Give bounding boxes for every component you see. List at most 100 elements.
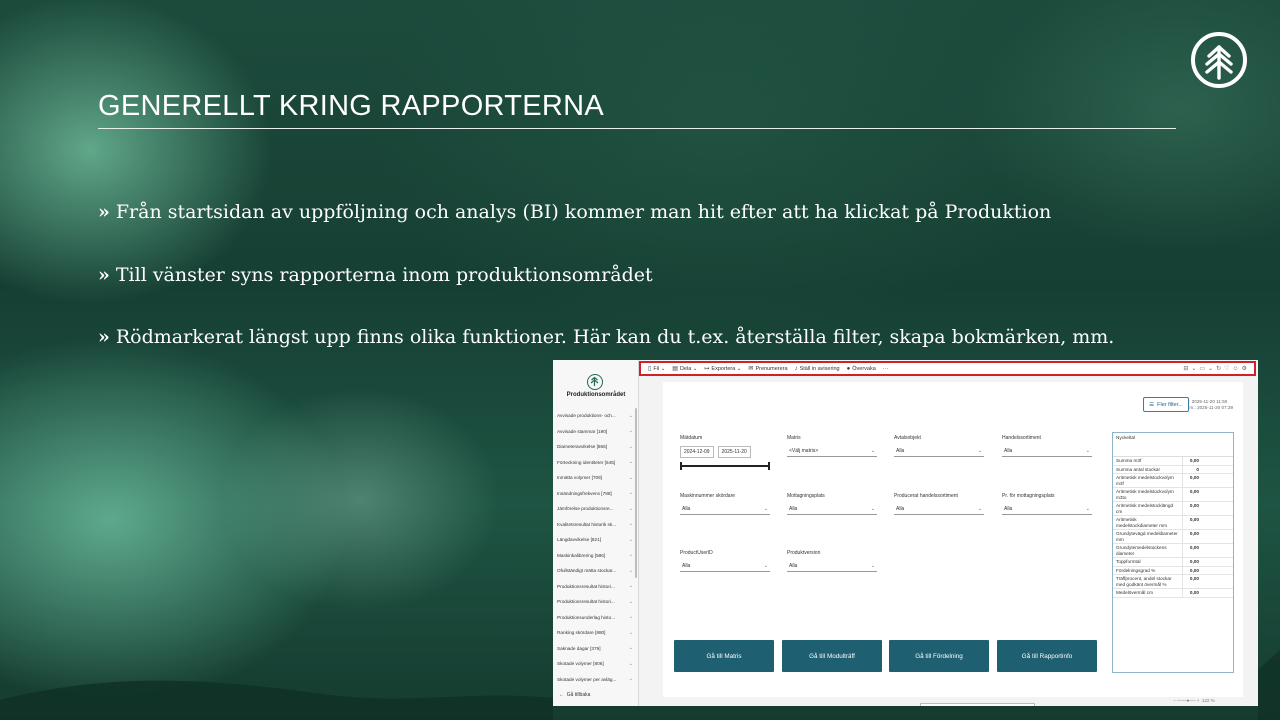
harvester-dropdown[interactable]: Alla ⌄ [680, 504, 770, 515]
harvester-slicer[interactable]: Maskinnummer skördare Alla ⌄ [680, 493, 770, 515]
back-button[interactable]: ← Gå tillbaka [559, 692, 590, 698]
sidebar-item[interactable]: Jämförelse produktionsre... ⌄ [557, 501, 633, 517]
subscribe-button[interactable]: ✉ Prenumerera [748, 365, 787, 373]
sidebar-item[interactable]: Inmätta volymer [709] ⌄ [557, 470, 633, 486]
sidebar-item[interactable]: Förteckning identiteter [645] ⌄ [557, 455, 633, 471]
table-row: Träffprocent, andel stockar med godkänt … [1113, 575, 1233, 589]
pr-reception-dropdown[interactable]: Alla ⌄ [1002, 504, 1092, 515]
view-controls-icons[interactable]: ⊟⌄▭⌄↻♡☺⚙ [1183, 365, 1250, 372]
sidebar-item[interactable]: Maskinkalibrering [586] ⌄ [557, 548, 633, 564]
sidebar-item-label: Insändningsfrekvens [788] [557, 490, 612, 496]
zoom-control[interactable]: − ───●── + 122 % [1173, 698, 1215, 703]
chevron-down-icon: ⌄ [1085, 448, 1090, 454]
file-menu[interactable]: ▯ Fil ⌄ [648, 365, 665, 373]
user-dropdown[interactable]: Alla ⌄ [680, 561, 770, 572]
kpi-value: 0 [1196, 466, 1199, 472]
user-slicer[interactable]: ProductUserID Alla ⌄ [680, 550, 770, 572]
kpi-value: 0,00 [1189, 475, 1199, 480]
sidebar-item[interactable]: Avvisade produktions- och... ⌄ [557, 408, 633, 424]
bullet-marker-icon: » [98, 201, 110, 223]
kpi-value: 0,00 [1189, 489, 1199, 494]
sidebar-title: Produktionsområdet [566, 392, 626, 398]
date-range-slider[interactable] [680, 462, 770, 470]
kpi-label: Summa m3f [1113, 457, 1183, 465]
sidebar-item-label: Jämförelse produktionsre... [557, 506, 614, 512]
chevron-down-icon: ⌄ [628, 629, 633, 636]
date-from-input[interactable]: 2024-12-09 [680, 446, 714, 458]
bullet-1: » Från startsidan av uppföljning och anal… [98, 201, 1051, 223]
file-icon: ▯ [648, 366, 652, 372]
sidebar-item[interactable]: Avvisade stammar [190] ⌄ [557, 424, 633, 440]
assortment-slicer[interactable]: Handelssortiment Alla ⌄ [1002, 435, 1092, 457]
produced-dropdown[interactable]: Alla ⌄ [894, 504, 984, 515]
table-row: Aritmetisk medelstocklängd cm 0,00 [1113, 502, 1233, 516]
chevron-down-icon: ⌄ [628, 645, 633, 652]
sidebar-item[interactable]: Längdavvikelse [821] ⌄ [557, 532, 633, 548]
goto-module-button[interactable]: Gå till Modulträff [782, 640, 882, 672]
horizontal-scrollbar[interactable] [920, 703, 1035, 706]
sidebar-item[interactable]: Skotade volymer [806] ⌄ [557, 656, 633, 672]
bullet-2: » Till vänster syns rapporterna inom prod… [98, 264, 653, 286]
slicer-label: Maskinnummer skördare [680, 493, 736, 499]
slicer-label: Produktversion [787, 550, 821, 556]
alert-button[interactable]: ♪ Ställ in avisering [795, 366, 840, 372]
monitor-button[interactable]: ● Övervaka [847, 366, 876, 372]
version-slicer[interactable]: Produktversion Alla ⌄ [787, 550, 877, 572]
kpi-label: Grundytevägd medeldiameter mm [1113, 530, 1183, 543]
goto-reportinfo-button[interactable]: Gå till Rapportinfo [997, 640, 1097, 672]
date-to-input[interactable]: 2025-11-20 [717, 446, 751, 458]
kpi-value: 0,00 [1189, 559, 1199, 564]
goto-distribution-button[interactable]: Gå till Fördelning [889, 640, 989, 672]
assortment-dropdown[interactable]: Alla ⌄ [1002, 446, 1092, 457]
kpi-label: Medelövermål cm [1113, 589, 1183, 597]
dropdown-value: Alla [896, 506, 905, 512]
dropdown-value: <Välj matris> [789, 448, 819, 454]
sidebar-item[interactable]: Produktionsresultat histori... ⌄ [557, 579, 633, 595]
sidebar-item[interactable]: Diameteravvikelse [865] ⌄ [557, 439, 633, 455]
dropdown-value: Alla [896, 448, 905, 454]
slicer-label: Pr. för mottagningsplats [1002, 493, 1055, 499]
mail-icon: ✉ [748, 366, 754, 372]
slicer-label: Matris [787, 435, 801, 441]
object-slicer[interactable]: Avtalsobjekt Alla ⌄ [894, 435, 984, 457]
sidebar-item-label: Förteckning identiteter [645] [557, 459, 616, 465]
chevron-down-icon: ⌄ [628, 583, 633, 590]
goto-matrix-button[interactable]: Gå till Matris [674, 640, 774, 672]
table-row: Fördelningsgrad % 0,00 [1113, 566, 1233, 575]
sidebar-item[interactable]: Skotade volymer per avläg... ⌄ [557, 672, 633, 688]
more-filters-button[interactable]: ☰ Fler filter... [1143, 397, 1189, 412]
matrix-slicer[interactable]: Matris <Välj matris> ⌄ [787, 435, 877, 457]
produced-slicer[interactable]: Producerat handelssortiment Alla ⌄ [894, 493, 984, 515]
sidebar-item[interactable]: Ranking skördare [880] ⌄ [557, 625, 633, 641]
more-options-button[interactable]: ··· [883, 366, 889, 372]
kpi-label: Aritmetisk medelstocklängd cm [1113, 502, 1183, 515]
sidebar-item[interactable]: Ofullständigt mätta stockar... ⌄ [557, 563, 633, 579]
table-row: Summa m3f 0,00 [1113, 457, 1233, 466]
sidebar-item[interactable]: Saknade dagar [379] ⌄ [557, 641, 633, 657]
export-label: Exportera [711, 365, 736, 372]
kpi-value: 0,00 [1189, 517, 1199, 522]
dropdown-value: Alla [789, 563, 798, 569]
pr-reception-slicer[interactable]: Pr. för mottagningsplats Alla ⌄ [1002, 493, 1092, 515]
matrix-dropdown[interactable]: <Välj matris> ⌄ [787, 446, 877, 457]
sidebar-item[interactable]: Insändningsfrekvens [788] ⌄ [557, 486, 633, 502]
more-filters-label: Fler filter... [1157, 401, 1183, 408]
kpi-label: Aritmetisk medelstockvolym m3to [1113, 488, 1183, 501]
reception-dropdown[interactable]: Alla ⌄ [787, 504, 877, 515]
title-divider [98, 128, 1176, 129]
reception-slicer[interactable]: Mottagningsplats Alla ⌄ [787, 493, 877, 515]
sidebar-item[interactable]: Produktionsresultat histori... ⌄ [557, 594, 633, 610]
date-slicer[interactable]: Mätdatum 2024-12-09 2025-11-20 [680, 435, 770, 470]
sidebar-item[interactable]: Kvalitetsresultat historik sk... ⌄ [557, 517, 633, 533]
share-menu[interactable]: ▤ Dela ⌄ [672, 365, 697, 373]
kpi-label: Grundytemedelstockens diameter [1113, 544, 1183, 557]
chevron-down-icon: ⌄ [870, 448, 875, 454]
kpi-label: Aritmetisk medelstockdiameter mm [1113, 516, 1183, 529]
table-row: Toppformtal 0,00 [1113, 558, 1233, 567]
kpi-label: Aritmetisk medelstockvolym m3f [1113, 474, 1183, 487]
sidebar-item[interactable]: Produktionsunderlag histo... ⌄ [557, 610, 633, 626]
version-dropdown[interactable]: Alla ⌄ [787, 561, 877, 572]
sidebar-scrollbar[interactable] [635, 408, 637, 578]
export-menu[interactable]: ↦ Exportera ⌄ [704, 365, 741, 373]
object-dropdown[interactable]: Alla ⌄ [894, 446, 984, 457]
